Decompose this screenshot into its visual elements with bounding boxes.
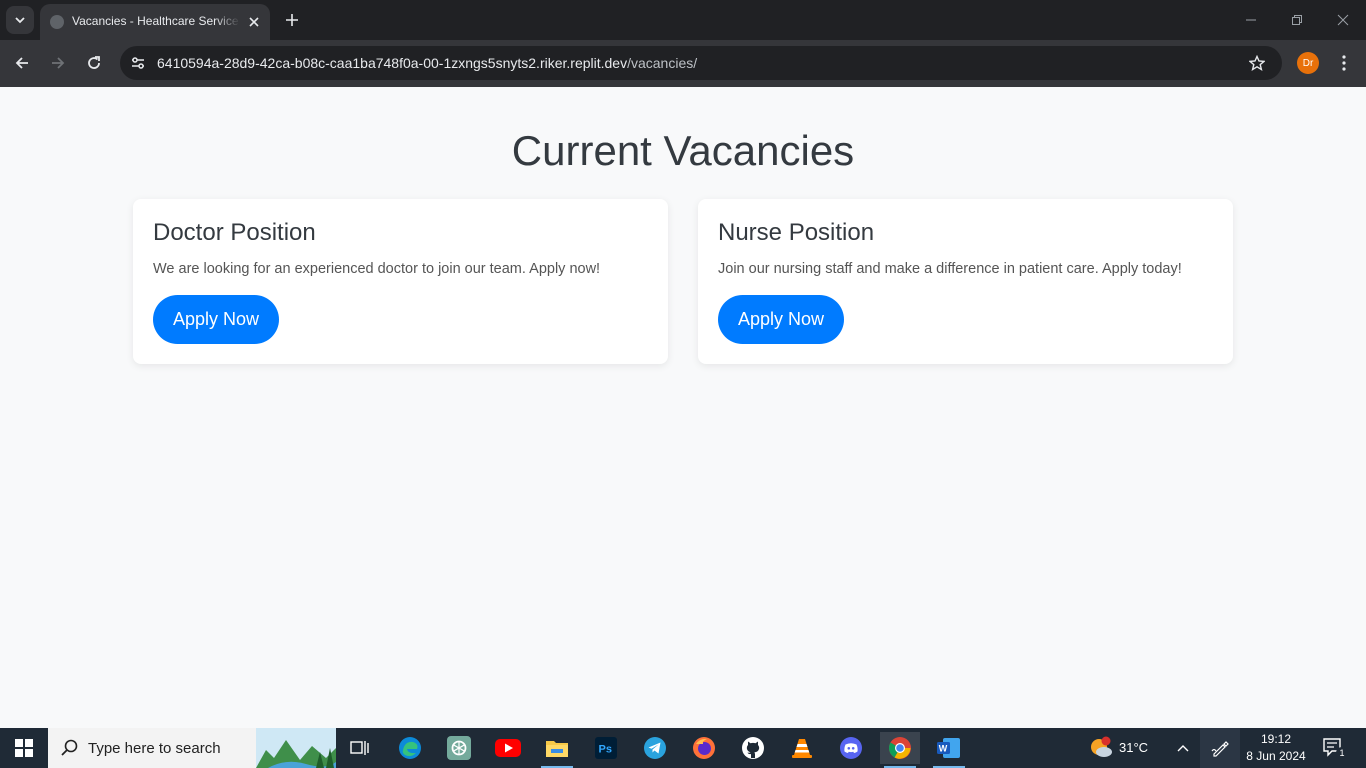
sun-cloud-icon [1091, 736, 1112, 757]
chatgpt-button[interactable] [439, 732, 479, 764]
tab-close-button[interactable] [244, 12, 264, 32]
pen-workspace-button[interactable] [1200, 728, 1240, 768]
youtube-button[interactable] [488, 732, 528, 764]
plus-icon [286, 14, 298, 26]
bookmark-button[interactable] [1246, 52, 1268, 74]
weather-temperature: 31°C [1119, 740, 1149, 755]
github-button[interactable] [733, 732, 773, 764]
active-tab[interactable]: Vacancies - Healthcare Service Managemen… [40, 4, 270, 40]
notification-count: 1 [1336, 747, 1348, 759]
forward-button[interactable] [45, 50, 71, 76]
apply-now-button[interactable]: Apply Now [153, 295, 279, 344]
page-content: Current Vacancies Doctor Position We are… [0, 87, 1366, 728]
telegram-button[interactable] [635, 732, 675, 764]
vacancy-description: We are looking for an experienced doctor… [153, 261, 601, 277]
page-title: Current Vacancies [511, 127, 855, 174]
telegram-icon [644, 737, 666, 759]
landscape-illustration-icon [256, 728, 336, 768]
reload-button[interactable] [81, 50, 107, 76]
close-icon [249, 17, 259, 27]
firefox-button[interactable] [684, 732, 724, 764]
chatgpt-icon [447, 736, 471, 760]
url-text: 6410594a-28d9-42ca-b08c-caa1ba748f0a-00-… [157, 55, 697, 71]
site-info-button[interactable] [126, 51, 150, 75]
show-hidden-icons-button[interactable] [1172, 736, 1194, 760]
url-host: 6410594a-28d9-42ca-b08c-caa1ba748f0a-00-… [157, 55, 628, 71]
back-button[interactable] [9, 50, 35, 76]
apply-now-button[interactable]: Apply Now [718, 295, 844, 344]
search-placeholder: Type here to search [88, 740, 221, 757]
arrow-left-icon [15, 57, 28, 69]
vacancy-description: Join our nursing staff and make a differ… [718, 261, 1182, 277]
minimize-icon [1246, 19, 1256, 21]
close-window-button[interactable] [1331, 8, 1355, 32]
tab-title: Vacancies - Healthcare Service Managemen… [72, 14, 240, 28]
clock-date: 8 Jun 2024 [1246, 749, 1306, 763]
windows-taskbar: Type here to search Ps W 31°C 19:12 8 Ju… [0, 728, 1366, 768]
pen-icon [1211, 741, 1229, 757]
browser-menu-button[interactable] [1333, 51, 1355, 75]
more-vertical-icon [1342, 55, 1346, 71]
close-icon [1337, 14, 1349, 26]
restore-icon [1292, 15, 1302, 25]
chevron-up-icon [1177, 745, 1189, 752]
profile-avatar[interactable]: Dr [1297, 52, 1319, 74]
word-icon: W [937, 738, 960, 758]
windows-logo-icon [15, 739, 33, 757]
star-icon [1249, 55, 1265, 71]
vacancy-title: Nurse Position [718, 219, 875, 246]
new-tab-button[interactable] [280, 8, 304, 32]
tune-icon [132, 57, 144, 69]
word-button[interactable]: W [929, 732, 969, 768]
clock-time: 19:12 [1260, 732, 1292, 746]
restore-button[interactable] [1285, 8, 1309, 32]
globe-icon [50, 15, 64, 29]
vacancy-card-nurse: Nurse Position Join our nursing staff an… [698, 199, 1233, 364]
chrome-icon [889, 737, 911, 759]
youtube-icon [495, 739, 521, 757]
arrow-right-icon [52, 57, 65, 69]
file-explorer-button[interactable] [537, 732, 577, 768]
browser-toolbar: 6410594a-28d9-42ca-b08c-caa1ba748f0a-00-… [0, 40, 1366, 87]
chevron-down-icon [15, 17, 25, 24]
url-path: /vacancies/ [627, 55, 698, 71]
vacancy-card-doctor: Doctor Position We are looking for an ex… [133, 199, 668, 364]
discord-icon [840, 737, 862, 759]
svg-text:Ps: Ps [599, 744, 612, 756]
vlc-button[interactable] [782, 732, 822, 764]
search-icon [61, 739, 78, 756]
weather-widget[interactable]: 31°C [1088, 736, 1168, 760]
minimize-button[interactable] [1239, 8, 1263, 32]
browser-tab-bar: Vacancies - Healthcare Service Managemen… [0, 0, 1366, 40]
edge-icon [399, 737, 421, 759]
file-explorer-icon [546, 741, 568, 757]
discord-button[interactable] [831, 732, 871, 764]
vlc-icon [792, 739, 812, 758]
firefox-icon [693, 737, 715, 759]
taskbar-search-box[interactable]: Type here to search [48, 728, 336, 768]
github-icon [742, 737, 764, 759]
photoshop-button[interactable]: Ps [586, 732, 626, 764]
chrome-button[interactable] [880, 732, 920, 768]
address-bar[interactable]: 6410594a-28d9-42ca-b08c-caa1ba748f0a-00-… [120, 46, 1282, 80]
notification-center-button[interactable]: 1 [1318, 736, 1352, 760]
vacancy-title: Doctor Position [153, 219, 316, 246]
svg-text:W: W [939, 744, 948, 754]
task-view-icon [350, 741, 369, 755]
start-button[interactable] [0, 728, 48, 768]
system-clock[interactable]: 19:12 8 Jun 2024 [1244, 731, 1308, 765]
tab-search-button[interactable] [6, 6, 34, 34]
edge-button[interactable] [390, 732, 430, 764]
reload-icon [88, 56, 100, 69]
task-view-button[interactable] [340, 732, 380, 764]
photoshop-icon: Ps [595, 737, 617, 759]
